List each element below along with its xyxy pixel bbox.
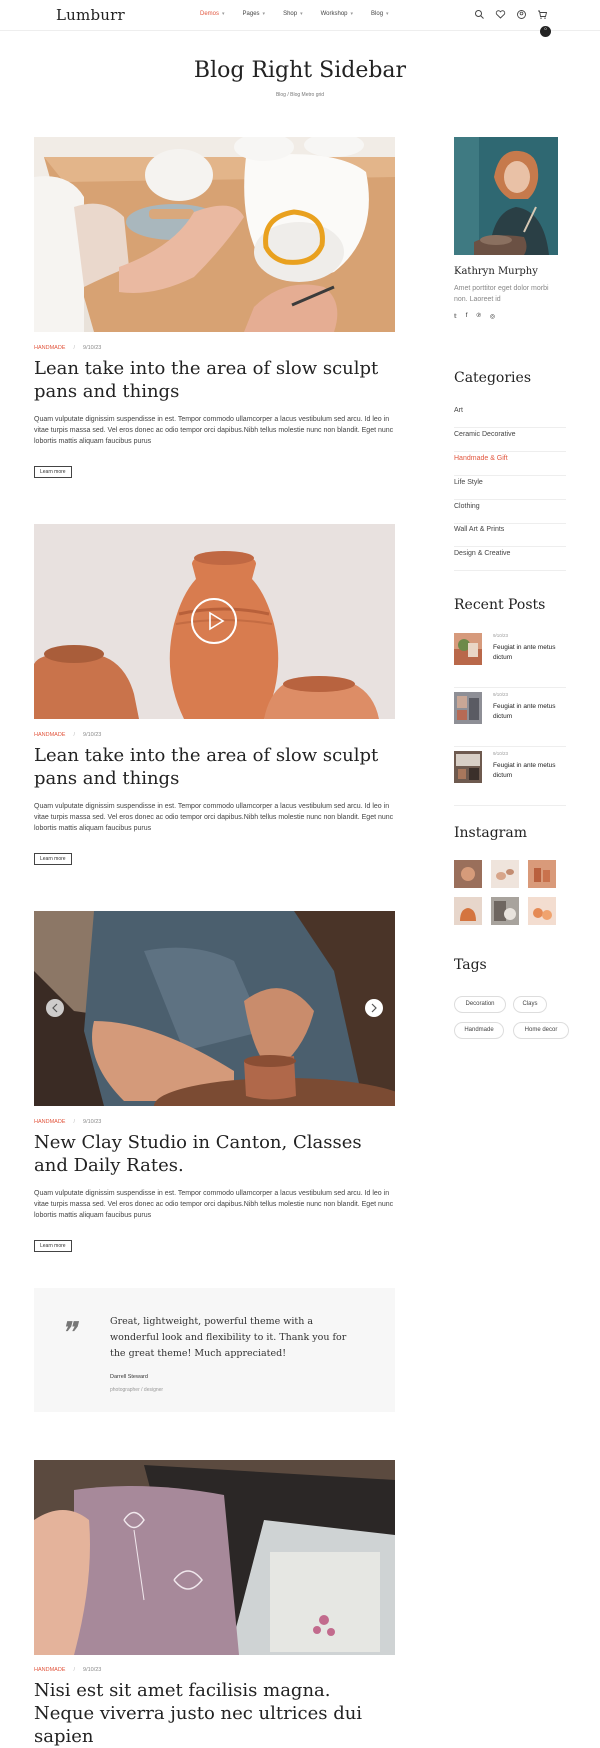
page-title: Blog Right Sidebar <box>193 58 407 83</box>
post-category[interactable]: HANDMADE <box>34 345 65 351</box>
tag-home-decor[interactable]: Home decor <box>513 1022 569 1039</box>
recent-post-item[interactable]: 9/10/23 Feugiat in ante metus dictum <box>454 629 566 688</box>
post-category[interactable]: HANDMADE <box>34 1119 65 1125</box>
post-category[interactable]: HANDMADE <box>34 1667 65 1673</box>
quote-author: Darrell Steward <box>110 1374 148 1380</box>
nav-blog[interactable]: Blog ▾ <box>371 11 389 17</box>
chevron-down-icon: ▾ <box>300 11 303 17</box>
category-clothing[interactable]: Clothing <box>454 500 566 524</box>
twitter-icon[interactable]: 𝕥 <box>454 313 457 320</box>
author-socials: 𝕥 f ℗ ◎ <box>454 313 495 320</box>
recent-post-item[interactable]: 9/10/23 Feugiat in ante metus dictum <box>454 747 566 806</box>
instagram-photo[interactable] <box>528 897 556 925</box>
author-bio: Amet porttitor eget dolor morbi non. Lao… <box>454 285 549 303</box>
breadcrumb-home[interactable]: Blog <box>276 92 286 98</box>
post-2-title[interactable]: Lean take into the area of slow sculpt p… <box>34 744 395 790</box>
post-date: 9/10/23 <box>83 1119 102 1125</box>
post-2-excerpt: Quam vulputate dignissim suspendisse in … <box>34 803 394 832</box>
post-date: 9/10/23 <box>83 345 102 351</box>
category-ceramic-decorative[interactable]: Ceramic Decorative <box>454 428 566 452</box>
author-name: Kathryn Murphy <box>454 266 538 277</box>
recent-post-title[interactable]: Feugiat in ante metus dictum <box>493 643 567 663</box>
quote-icon: ❞ <box>60 1316 77 1351</box>
categories-widget-title: Categories <box>454 370 531 386</box>
instagram-photo[interactable] <box>491 897 519 925</box>
recent-post-item[interactable]: 9/10/23 Feugiat in ante metus dictum <box>454 688 566 747</box>
search-icon[interactable] <box>474 9 485 20</box>
post-1-excerpt: Quam vulputate dignissim suspendisse in … <box>34 416 394 445</box>
recent-post-date: 9/10/23 <box>493 692 509 697</box>
post-date: 9/10/23 <box>83 1667 102 1673</box>
recent-post-thumbnail[interactable] <box>454 633 482 665</box>
post-date: 9/10/23 <box>83 732 102 738</box>
category-wall-art-prints[interactable]: Wall Art & Prints <box>454 523 566 547</box>
post-2-image[interactable] <box>34 524 395 719</box>
breadcrumb-separator: / <box>287 92 289 98</box>
testimonial-quote: ❞ Great, lightweight, powerful theme wit… <box>34 1288 395 1412</box>
chevron-down-icon: ▾ <box>350 11 354 17</box>
recent-post-thumbnail[interactable] <box>454 751 482 783</box>
category-design-creative[interactable]: Design & Creative <box>454 547 566 571</box>
nav-demos[interactable]: Demos ▾ <box>200 11 225 17</box>
post-2-meta: HANDMADE/9/10/23 <box>34 732 102 738</box>
category-handmade-gift[interactable]: Handmade & Gift <box>454 452 566 476</box>
pinterest-icon[interactable]: ℗ <box>476 313 480 320</box>
post-1-image[interactable] <box>34 137 395 332</box>
nav-workshop[interactable]: Workshop ▾ <box>321 11 353 17</box>
facebook-icon[interactable]: f <box>466 313 468 320</box>
quote-text: Great, lightweight, powerful theme with … <box>110 1316 347 1359</box>
category-life-style[interactable]: Life Style <box>454 476 566 500</box>
site-logo[interactable]: Lumburr <box>56 6 125 24</box>
category-art[interactable]: Art <box>454 404 566 428</box>
post-4-title[interactable]: Nisi est sit amet facilisis magna. Neque… <box>34 1679 395 1748</box>
chevron-down-icon: ▾ <box>262 11 266 17</box>
nav-shop[interactable]: Shop ▾ <box>283 11 303 17</box>
post-3-meta: HANDMADE/9/10/23 <box>34 1119 102 1125</box>
tags-widget-title: Tags <box>454 957 487 973</box>
instagram-widget-title: Instagram <box>454 825 527 841</box>
instagram-photo[interactable] <box>491 860 519 888</box>
wishlist-heart-icon[interactable] <box>495 9 506 20</box>
chevron-down-icon: ▾ <box>386 11 389 17</box>
recent-posts-widget-title: Recent Posts <box>454 597 546 613</box>
breadcrumb-current: Blog Metro grid <box>290 92 325 98</box>
main-nav: Demos ▾ Pages ▾ Shop ▾ Workshop ▾ Blog ▾ <box>200 11 407 17</box>
post-2-learn-more-button[interactable]: Learn more <box>34 853 72 865</box>
header-icons: 0 <box>474 9 551 37</box>
tag-handmade[interactable]: Handmade <box>454 1022 504 1039</box>
cart-icon[interactable]: 0 <box>537 9 551 37</box>
post-1-learn-more-button[interactable]: Learn more <box>34 466 72 478</box>
recent-post-title[interactable]: Feugiat in ante metus dictum <box>493 761 567 781</box>
post-4-meta: HANDMADE/9/10/23 <box>34 1667 102 1673</box>
tag-clays[interactable]: Clays <box>513 996 547 1013</box>
instagram-photo[interactable] <box>454 860 482 888</box>
nav-pages[interactable]: Pages ▾ <box>243 11 266 17</box>
recent-post-title[interactable]: Feugiat in ante metus dictum <box>493 702 567 722</box>
site-header: Lumburr Demos ▾ Pages ▾ Shop ▾ Workshop ▾ Bl… <box>0 0 600 37</box>
breadcrumb: Blog / Blog Metro grid <box>0 92 600 98</box>
post-3-title[interactable]: New Clay Studio in Canton, Classes and D… <box>34 1131 395 1177</box>
author-photo <box>454 137 558 255</box>
cart-count-badge: 0 <box>540 26 551 37</box>
instagram-icon[interactable]: ◎ <box>490 313 495 320</box>
instagram-photo[interactable] <box>454 897 482 925</box>
post-3-learn-more-button[interactable]: Learn more <box>34 1240 72 1252</box>
quote-author-role: photographer / designer <box>110 1387 164 1393</box>
instagram-photo[interactable] <box>528 860 556 888</box>
recent-post-date: 9/10/23 <box>493 633 509 638</box>
post-1-meta: HANDMADE/9/10/23 <box>34 345 102 351</box>
chevron-down-icon: ▾ <box>222 11 225 17</box>
recent-post-thumbnail[interactable] <box>454 692 482 724</box>
post-3-excerpt: Quam vulputate dignissim suspendisse in … <box>34 1190 394 1219</box>
recent-post-date: 9/10/23 <box>493 751 509 756</box>
post-1-title[interactable]: Lean take into the area of slow sculpt p… <box>34 357 395 403</box>
post-4-image[interactable] <box>34 1460 395 1655</box>
post-3-image-slider[interactable] <box>34 911 395 1106</box>
post-category[interactable]: HANDMADE <box>34 732 65 738</box>
account-icon[interactable] <box>516 9 527 20</box>
tag-decoration[interactable]: Decoration <box>454 996 506 1013</box>
